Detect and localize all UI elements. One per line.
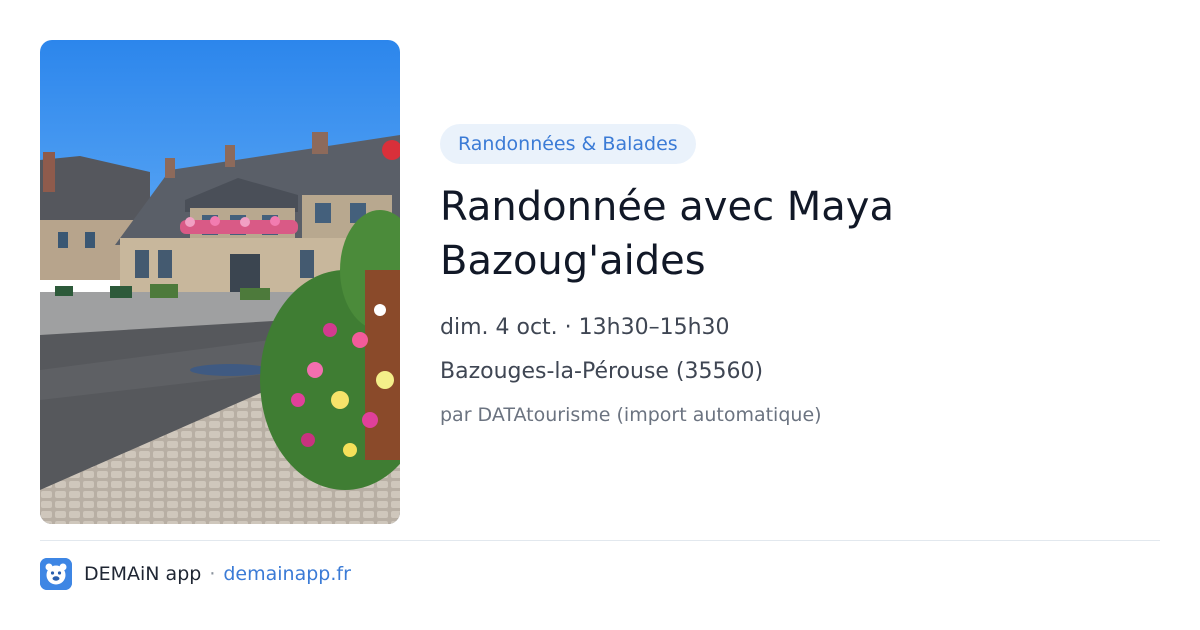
demain-app-logo-icon bbox=[40, 558, 72, 590]
category-badge[interactable]: Randonnées & Balades bbox=[440, 124, 696, 164]
app-website-link[interactable]: demainapp.fr bbox=[223, 563, 351, 585]
footer: DEMAiN app · demainapp.fr bbox=[40, 558, 351, 590]
footer-divider bbox=[40, 540, 1160, 541]
footer-separator: · bbox=[209, 563, 216, 585]
event-datetime: dim. 4 oct. · 13h30–15h30 bbox=[440, 315, 730, 340]
app-name: DEMAiN app bbox=[84, 563, 202, 585]
event-location: Bazouges-la-Pérouse (35560) bbox=[440, 359, 764, 384]
event-source: par DATAtourisme (import automatique) bbox=[440, 404, 822, 426]
event-image bbox=[40, 40, 400, 524]
event-title: Randonnée avec Maya Bazoug'aides bbox=[440, 184, 894, 284]
